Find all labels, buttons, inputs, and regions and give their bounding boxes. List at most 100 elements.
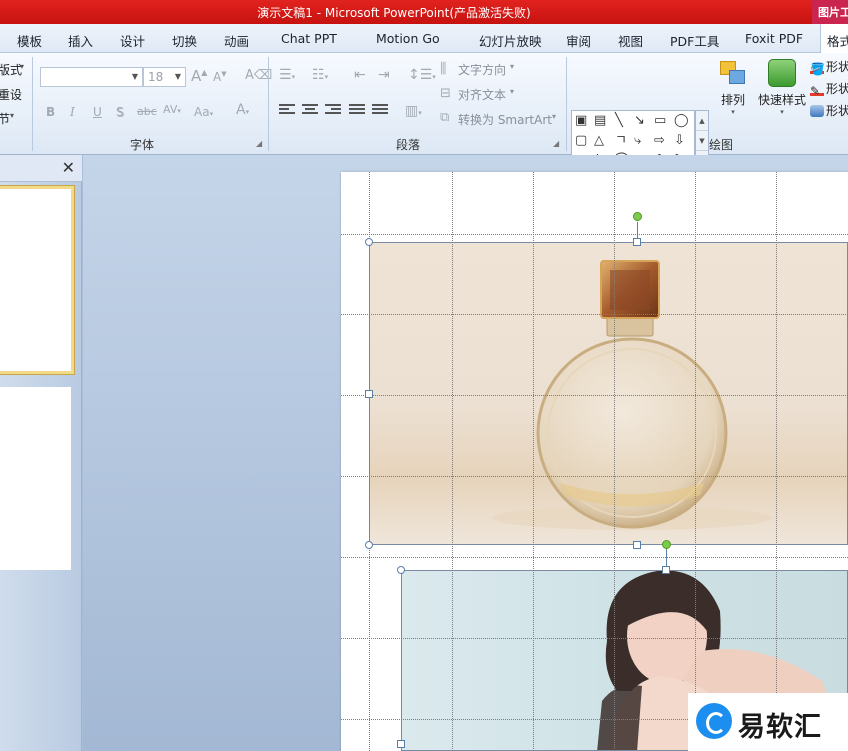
rotation-handle[interactable] xyxy=(633,212,642,221)
increase-indent-button[interactable]: ⇥ xyxy=(378,67,390,83)
close-icon[interactable]: ✕ xyxy=(62,158,75,177)
slide-thumbnail-2[interactable] xyxy=(0,387,71,570)
smartart-icon[interactable]: ⧉ xyxy=(440,110,449,125)
align-text-icon[interactable]: ⊟ xyxy=(440,86,451,101)
shape-effects-icon xyxy=(810,105,824,117)
shape-effects-button[interactable]: 形状效果 xyxy=(810,102,848,119)
change-case-button[interactable]: Aa▾ xyxy=(194,105,213,119)
resize-handle-top-left[interactable] xyxy=(397,566,405,574)
font-size-combo[interactable]: 18 ▼ xyxy=(143,67,186,87)
down-arrow-shape-icon[interactable]: ⇩ xyxy=(674,134,685,148)
layout-button[interactable]: 版式 xyxy=(0,61,22,78)
font-dialog-launcher-icon[interactable]: ◢ xyxy=(256,139,262,148)
line-spacing-button[interactable]: ↕☰▾ xyxy=(408,67,436,83)
resize-handle-top[interactable] xyxy=(633,238,641,246)
align-left-icon[interactable] xyxy=(279,104,295,118)
tab-template[interactable]: 模板 xyxy=(17,31,42,50)
tab-foxit-pdf[interactable]: Foxit PDF xyxy=(745,31,803,46)
section-button[interactable]: 节 xyxy=(0,110,10,127)
grow-font-icon: A xyxy=(191,67,202,85)
font-name-combo[interactable]: ▼ xyxy=(40,67,143,87)
columns-button[interactable]: ▥▾ xyxy=(405,103,422,119)
resize-handle-left[interactable] xyxy=(365,390,373,398)
chevron-down-icon: ▼ xyxy=(131,72,138,81)
tab-insert[interactable]: 插入 xyxy=(68,31,93,50)
underline-button[interactable]: U xyxy=(93,105,102,119)
arrange-button[interactable]: 排列 ▾ xyxy=(714,59,752,116)
scroll-down-icon[interactable]: ▼ xyxy=(696,131,708,151)
tab-motion-go[interactable]: Motion Go xyxy=(376,31,440,46)
justify-icon[interactable] xyxy=(349,104,365,118)
resize-handle-top[interactable] xyxy=(662,566,670,574)
tab-design[interactable]: 设计 xyxy=(120,31,145,50)
tab-slideshow[interactable]: 幻灯片放映 xyxy=(479,31,542,50)
paragraph-dialog-launcher-icon[interactable]: ◢ xyxy=(553,139,559,148)
strikethrough-button[interactable]: abc xyxy=(137,105,157,118)
align-text-button[interactable]: 对齐文本 xyxy=(458,86,506,103)
tab-review[interactable]: 审阅 xyxy=(566,31,591,50)
text-direction-button[interactable]: 文字方向 xyxy=(458,61,506,78)
line-shape-icon[interactable]: ╲ xyxy=(615,114,623,128)
pen-icon: ✎ xyxy=(810,84,824,98)
resize-handle-bottom[interactable] xyxy=(633,541,641,549)
resize-handle-top-left[interactable] xyxy=(365,238,373,246)
gridline xyxy=(695,172,696,751)
tab-view[interactable]: 视图 xyxy=(618,31,643,50)
chevron-down-icon[interactable]: ▾ xyxy=(552,112,556,121)
grow-font-button[interactable]: A▲ xyxy=(191,67,207,85)
text-shadow-button[interactable]: S xyxy=(116,105,124,119)
line-spacing-icon: ↕☰ xyxy=(408,67,433,83)
tab-pdf-tools[interactable]: PDF工具 xyxy=(670,31,719,50)
quick-styles-label: 快速样式 xyxy=(757,93,806,107)
font-size-value: 18 xyxy=(148,70,164,84)
resize-handle-bottom-left[interactable] xyxy=(365,541,373,549)
char-spacing-button[interactable]: AV▾ xyxy=(163,103,181,116)
chevron-down-icon[interactable]: ▾ xyxy=(510,62,514,71)
convert-smartart-button[interactable]: 转换为 SmartArt xyxy=(458,111,552,128)
vertical-textbox-shape-icon[interactable]: ▤ xyxy=(594,114,606,128)
scroll-up-icon[interactable]: ▲ xyxy=(696,111,708,131)
picture-tools-tab[interactable]: 图片工具 xyxy=(812,0,848,24)
oval-shape-icon[interactable]: ◯ xyxy=(674,114,689,128)
gridline xyxy=(776,172,777,751)
tab-format[interactable]: 格式 xyxy=(820,24,848,53)
rotation-handle[interactable] xyxy=(662,540,671,549)
arrow-line-shape-icon[interactable]: ↘ xyxy=(634,114,645,128)
layout-dropdown-icon[interactable]: ▾ xyxy=(20,62,24,71)
font-color-icon: A xyxy=(236,102,246,118)
textbox-shape-icon[interactable]: ▣ xyxy=(575,114,587,128)
shrink-font-icon: A xyxy=(213,70,222,84)
resize-handle-left[interactable] xyxy=(397,740,405,748)
elbow-connector-shape-icon[interactable]: ㄱ xyxy=(615,134,627,148)
quick-styles-button[interactable]: 快速样式 ▾ xyxy=(756,59,808,116)
text-direction-icon[interactable]: ⫼ xyxy=(440,61,446,77)
align-center-icon[interactable] xyxy=(302,104,318,118)
group-separator xyxy=(268,57,269,151)
section-dropdown-icon[interactable]: ▾ xyxy=(10,111,14,120)
align-right-icon[interactable] xyxy=(325,104,341,118)
tab-animations[interactable]: 动画 xyxy=(224,31,249,50)
bold-button[interactable]: B xyxy=(46,105,55,119)
gridline xyxy=(341,395,848,396)
slides-pane-header: ✕ xyxy=(0,155,82,182)
chevron-down-icon[interactable]: ▾ xyxy=(510,87,514,96)
triangle-shape-icon[interactable]: △ xyxy=(594,134,604,148)
tab-transitions[interactable]: 切换 xyxy=(172,31,197,50)
shrink-font-button[interactable]: A▼ xyxy=(213,70,227,84)
distribute-icon[interactable] xyxy=(372,104,388,118)
rounded-rectangle-shape-icon[interactable]: ▢ xyxy=(575,134,587,148)
shape-outline-button[interactable]: ✎形状轮廓 xyxy=(810,80,848,98)
rectangle-shape-icon[interactable]: ▭ xyxy=(654,114,666,128)
shape-outline-label: 形状轮廓 xyxy=(826,82,848,96)
reset-button[interactable]: 重设 xyxy=(0,86,22,103)
font-color-button[interactable]: A▾ xyxy=(236,102,249,118)
italic-button[interactable]: I xyxy=(70,105,75,119)
shape-fill-button[interactable]: 🪣形状填充 xyxy=(810,58,848,76)
tab-chat-ppt[interactable]: Chat PPT xyxy=(281,31,337,46)
decrease-indent-button[interactable]: ⇤ xyxy=(354,67,366,83)
right-arrow-shape-icon[interactable]: ⇨ xyxy=(654,134,665,148)
numbering-button[interactable]: ☷▾ xyxy=(312,67,328,83)
bullets-button[interactable]: ☰▾ xyxy=(279,67,295,83)
elbow-arrow-shape-icon[interactable]: ⤷ xyxy=(634,134,641,148)
slide-thumbnail-1[interactable] xyxy=(0,186,74,374)
